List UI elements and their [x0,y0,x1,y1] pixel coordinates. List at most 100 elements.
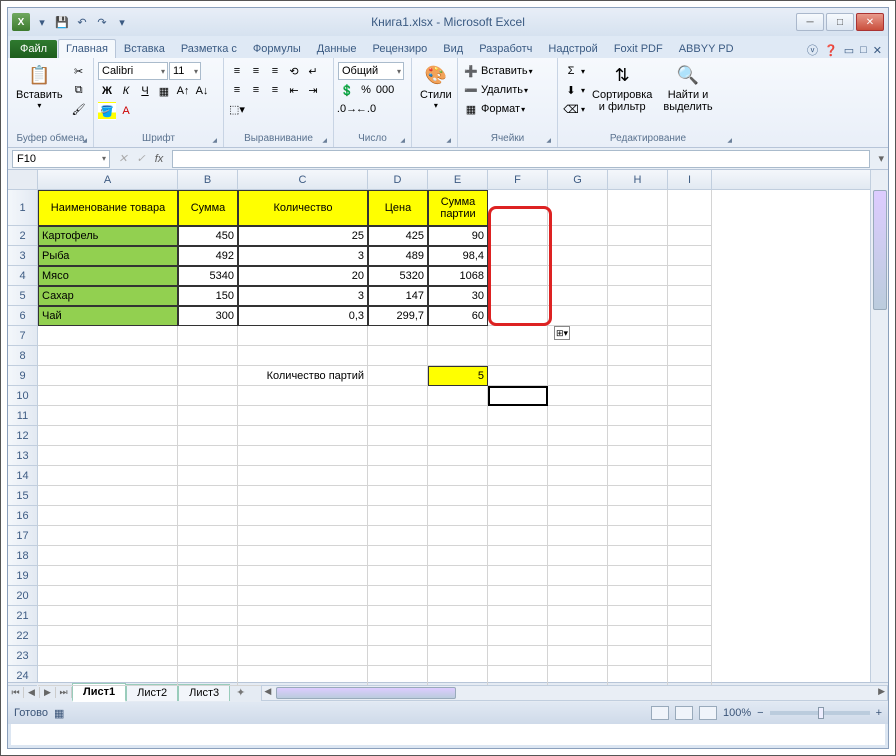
row-header-7[interactable]: 7 [8,326,37,346]
cell[interactable] [608,190,668,226]
cell[interactable] [668,386,712,406]
cut-icon[interactable]: ✂ [70,62,88,80]
row-header-23[interactable]: 23 [8,646,37,666]
col-header-H[interactable]: H [608,170,668,189]
align-left-icon[interactable]: ≡ [228,81,246,99]
cell[interactable] [178,666,238,686]
cell[interactable] [548,566,608,586]
insert-cells-label[interactable]: Вставить [481,65,528,77]
cell[interactable] [488,646,548,666]
cell[interactable] [368,666,428,686]
cell[interactable] [238,446,368,466]
cell[interactable] [238,586,368,606]
cell[interactable] [608,226,668,246]
enter-formula-icon[interactable]: ✓ [132,150,150,168]
styles-button[interactable]: 🎨 Стили ▾ [416,62,456,113]
cell[interactable] [548,486,608,506]
col-header-A[interactable]: A [38,170,178,189]
zoom-in-icon[interactable]: + [876,707,882,719]
cell[interactable] [178,526,238,546]
cell[interactable] [178,626,238,646]
col-header-G[interactable]: G [548,170,608,189]
align-right-icon[interactable]: ≡ [266,81,284,99]
indent-dec-icon[interactable]: ⇤ [285,81,303,99]
percent-icon[interactable]: % [357,81,375,99]
cell[interactable]: Мясо [38,266,178,286]
redo-icon[interactable]: ↷ [94,14,110,30]
cell[interactable] [548,286,608,306]
cell[interactable] [428,626,488,646]
sheet-nav-next-icon[interactable]: ▶ [40,687,56,698]
row-header-10[interactable]: 10 [8,386,37,406]
cell[interactable] [548,226,608,246]
row-header-18[interactable]: 18 [8,546,37,566]
cell[interactable]: 1068 [428,266,488,286]
cell[interactable] [368,566,428,586]
cell[interactable] [548,526,608,546]
cell[interactable] [38,446,178,466]
cell[interactable] [548,406,608,426]
tab-layout[interactable]: Разметка с [173,39,245,58]
hscroll-thumb[interactable] [276,687,456,699]
cell[interactable] [668,466,712,486]
dec-decimal-icon[interactable]: ←.0 [357,100,375,118]
cell[interactable] [38,666,178,686]
cell[interactable] [608,526,668,546]
cell[interactable] [178,426,238,446]
row-header-22[interactable]: 22 [8,626,37,646]
cell[interactable] [488,246,548,266]
cell[interactable] [668,306,712,326]
cell[interactable] [608,446,668,466]
cell[interactable] [608,646,668,666]
cell[interactable] [608,566,668,586]
tab-data[interactable]: Данные [309,39,365,58]
cell[interactable] [428,526,488,546]
font-color-button[interactable]: A [117,102,135,120]
cell[interactable] [238,486,368,506]
doc-close-icon[interactable]: ✕ [873,44,882,57]
vertical-scrollbar[interactable] [870,170,888,682]
cell[interactable] [428,446,488,466]
cell[interactable] [608,606,668,626]
cell[interactable] [238,666,368,686]
cell[interactable]: Количество [238,190,368,226]
cell[interactable] [238,466,368,486]
cell[interactable] [178,646,238,666]
cell[interactable] [368,346,428,366]
sort-filter-button[interactable]: ⇅ Сортировка и фильтр [588,62,656,115]
tab-addins[interactable]: Надстрой [540,39,605,58]
cell[interactable] [608,346,668,366]
minimize-button[interactable]: ─ [796,13,824,31]
cell[interactable] [668,406,712,426]
row-header-16[interactable]: 16 [8,506,37,526]
formula-expand-icon[interactable]: ▾ [874,152,888,165]
cell[interactable] [38,426,178,446]
cell[interactable] [548,306,608,326]
cell[interactable] [38,606,178,626]
cell[interactable] [178,446,238,466]
cell[interactable] [428,546,488,566]
cell[interactable] [608,406,668,426]
cell[interactable] [548,426,608,446]
copy-icon[interactable]: ⧉ [70,81,88,99]
cell[interactable] [368,586,428,606]
cell[interactable] [608,486,668,506]
cell[interactable] [178,566,238,586]
cell[interactable]: 90 [428,226,488,246]
cell[interactable] [668,506,712,526]
row-header-14[interactable]: 14 [8,466,37,486]
sheet-nav-first-icon[interactable]: ⏮ [8,687,24,698]
doc-minimize-icon[interactable]: ▭ [844,44,854,57]
inc-decimal-icon[interactable]: .0→ [338,100,356,118]
cell[interactable] [178,486,238,506]
formula-input[interactable] [172,150,870,168]
format-cells-label[interactable]: Формат [481,103,520,115]
cell[interactable] [238,646,368,666]
col-header-F[interactable]: F [488,170,548,189]
cell[interactable] [548,266,608,286]
cell[interactable] [548,586,608,606]
cell[interactable]: 425 [368,226,428,246]
save-icon[interactable]: 💾 [54,14,70,30]
cell[interactable] [548,346,608,366]
border-button[interactable]: ▦ [155,82,173,100]
